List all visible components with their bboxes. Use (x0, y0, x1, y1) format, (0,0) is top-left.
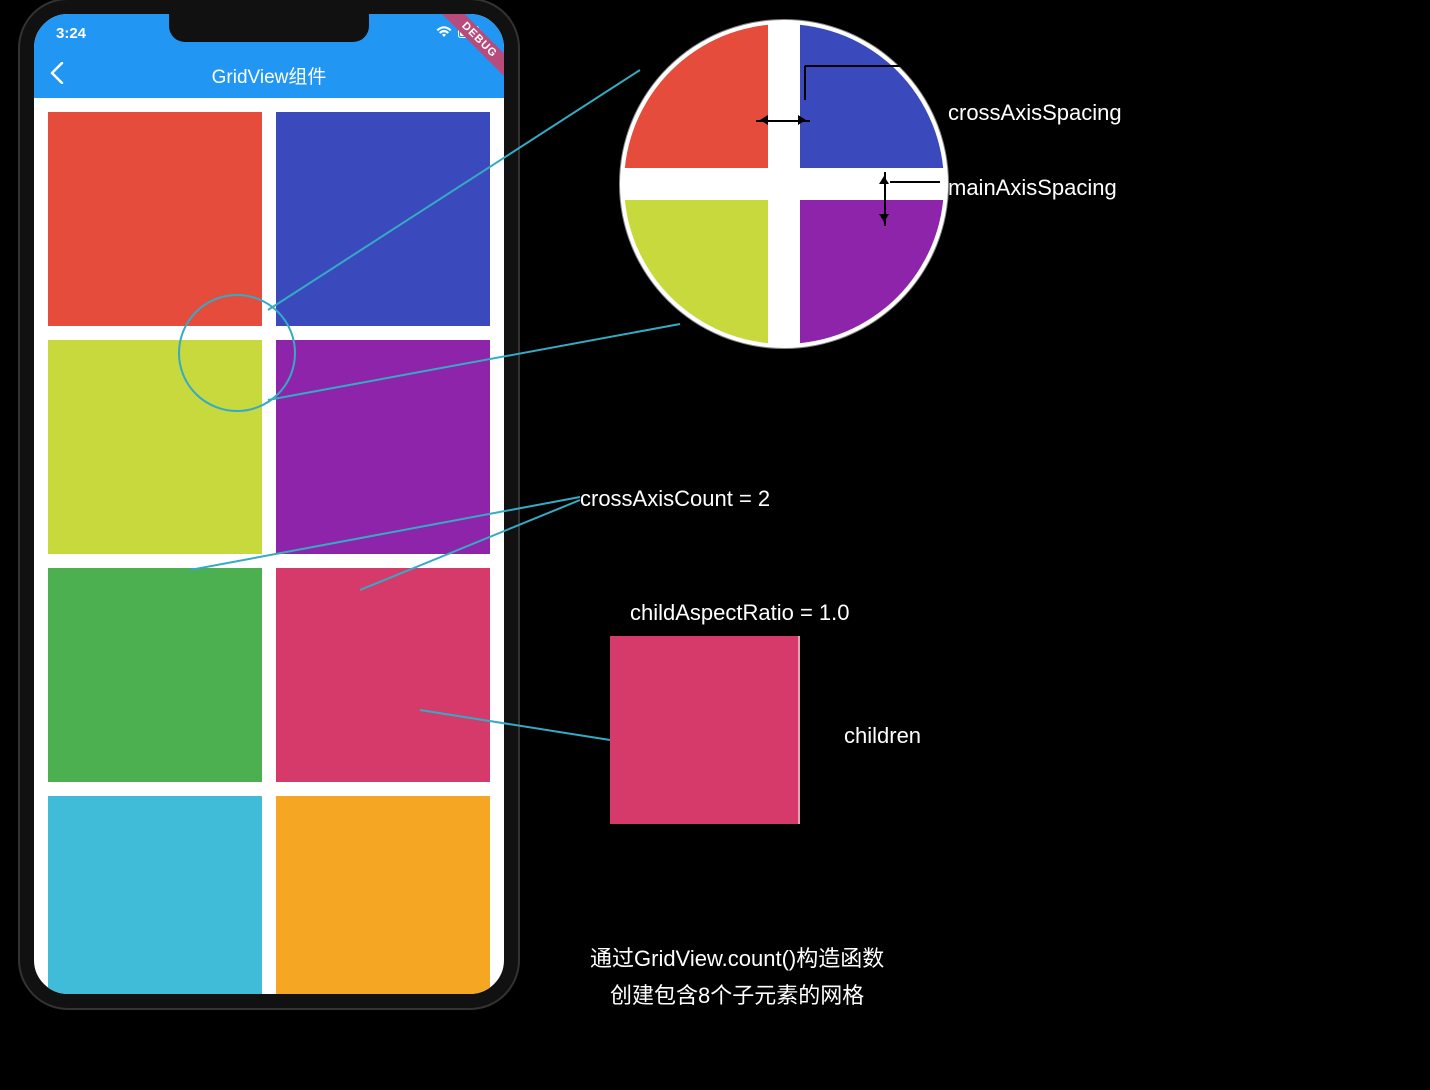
magnifier-grid (624, 24, 944, 344)
grid-tile[interactable] (48, 796, 262, 1008)
callout-circle (178, 294, 296, 412)
grid-tile[interactable] (276, 112, 490, 326)
phone-notch (169, 14, 369, 42)
magnifier-lens (620, 20, 948, 348)
label-crossaxiscount: crossAxisCount = 2 (580, 486, 770, 512)
grid-tile[interactable] (276, 796, 490, 1008)
phone-mockup: DEBUG 3:24 GridView组件 (20, 0, 518, 1008)
grid-tile[interactable] (276, 340, 490, 554)
app-bar: GridView组件 (34, 52, 504, 98)
status-time: 3:24 (56, 25, 86, 42)
wifi-icon (436, 25, 452, 42)
label-mainaxisspacing: mainAxisSpacing (948, 175, 1117, 201)
label-note: 通过GridView.count()构造函数 创建包含8个子元素的网格 (590, 940, 884, 1015)
grid-tile[interactable] (48, 568, 262, 782)
label-crossaxisspacing: crossAxisSpacing (948, 100, 1122, 126)
label-children: children (844, 723, 921, 749)
app-title: GridView组件 (212, 62, 327, 89)
back-button[interactable] (44, 62, 70, 88)
child-sample-tile (610, 636, 800, 824)
grid-view[interactable] (34, 98, 504, 1008)
label-childaspectratio: childAspectRatio = 1.0 (630, 600, 850, 626)
grid-tile[interactable] (276, 568, 490, 782)
